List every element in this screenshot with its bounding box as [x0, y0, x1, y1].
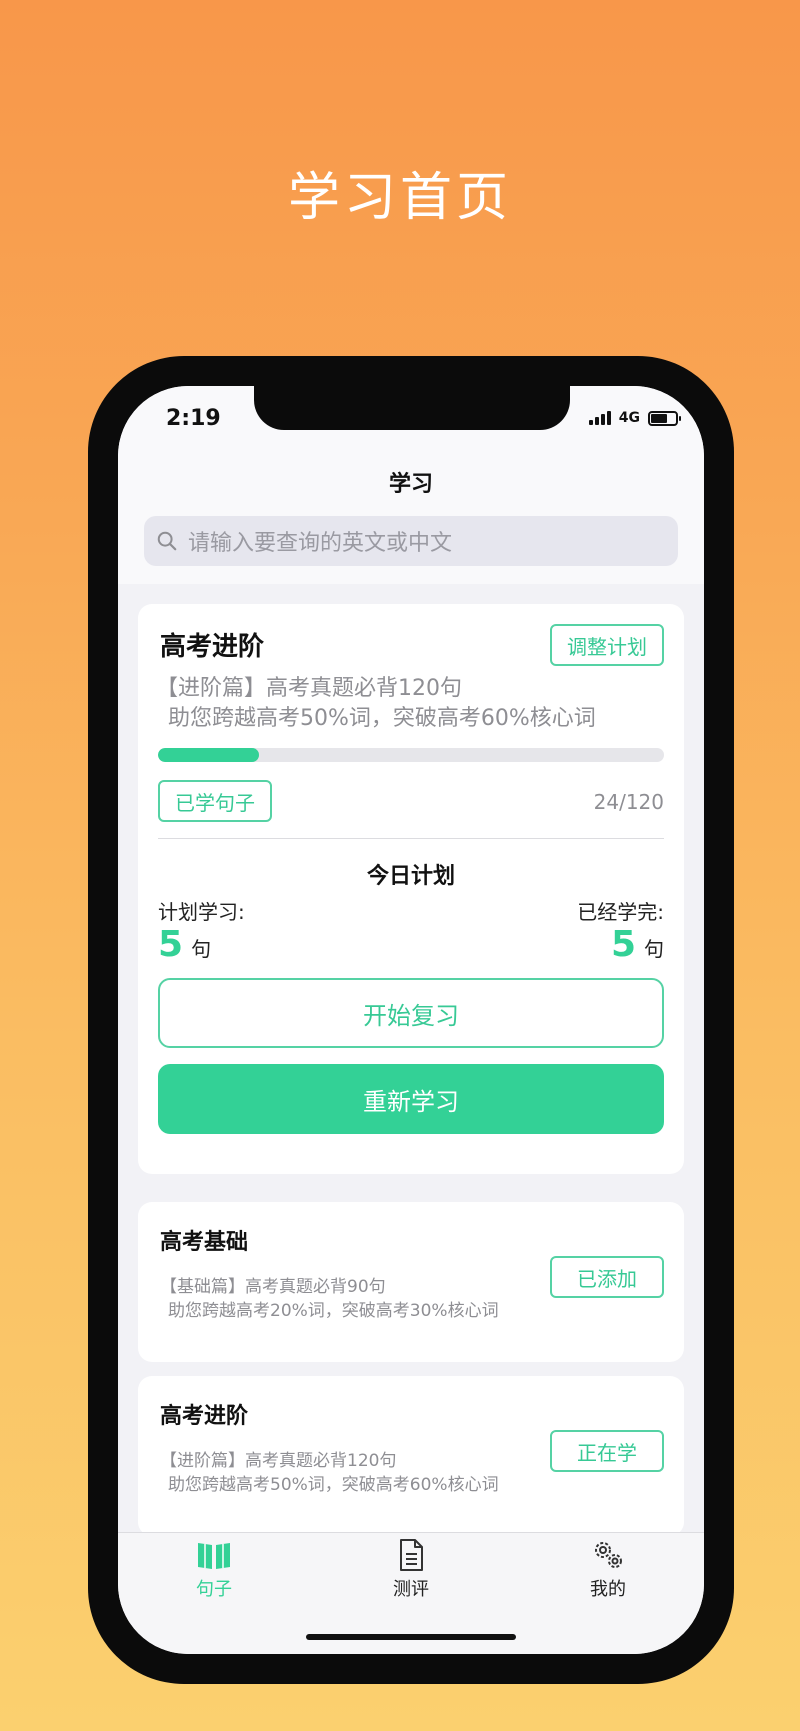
network-type: 4G — [618, 410, 640, 426]
tab-label: 测评 — [393, 1579, 429, 1600]
search-placeholder: 请输入要查询的英文或中文 — [188, 531, 453, 556]
progress-bar — [158, 748, 664, 762]
course-card[interactable]: 高考进阶 【进阶篇】高考真题必背120句 助您跨越高考50%词，突破高考60%核… — [138, 1376, 684, 1536]
search-input[interactable]: 请输入要查询的英文或中文 — [144, 516, 678, 566]
battery-icon — [648, 410, 681, 426]
adjust-plan-button[interactable]: 调整计划 — [550, 624, 664, 666]
app-screen: 2:19 4G 学习 请输入要查询的英文或中文 高考进阶 调整计划 【进阶篇】高… — [118, 386, 704, 1654]
document-icon — [400, 1539, 423, 1571]
current-course-card: 高考进阶 调整计划 【进阶篇】高考真题必背120句 助您跨越高考50%词，突破高… — [138, 604, 684, 1174]
home-indicator — [306, 1634, 516, 1640]
course-description: 【进阶篇】高考真题必背120句 — [160, 1451, 397, 1471]
done-count: 5 句 — [611, 924, 664, 965]
done-unit: 句 — [644, 937, 664, 961]
tab-sentences[interactable]: 句子 — [154, 1533, 274, 1601]
nav-header: 学习 请输入要查询的英文或中文 — [118, 448, 704, 584]
status-indicators: 4G — [588, 410, 681, 426]
phone-frame: 2:19 4G 学习 请输入要查询的英文或中文 高考进阶 调整计划 【进阶篇】高… — [88, 356, 734, 1684]
course-subdescription: 助您跨越高考20%词，突破高考30%核心词 — [168, 1301, 499, 1321]
relearn-button[interactable]: 重新学习 — [158, 1064, 664, 1134]
plan-label: 计划学习: — [158, 900, 245, 924]
promo-title: 学习首页 — [287, 168, 512, 228]
done-value: 5 — [610, 924, 636, 965]
today-plan-title: 今日计划 — [366, 864, 455, 889]
tab-label: 我的 — [590, 1579, 626, 1600]
page-title: 学习 — [388, 472, 433, 497]
plan-count: 5 句 — [158, 924, 211, 965]
course-description: 【基础篇】高考真题必背90句 — [160, 1277, 386, 1297]
learned-sentences-button[interactable]: 已学句子 — [158, 780, 272, 822]
divider — [158, 838, 664, 839]
signal-icon — [588, 411, 611, 425]
tab-assessment[interactable]: 测评 — [351, 1533, 471, 1601]
tab-profile[interactable]: 我的 — [548, 1533, 668, 1601]
course-subdescription: 助您跨越高考50%词，突破高考60%核心词 — [168, 1475, 499, 1495]
course-title: 高考进阶 — [160, 632, 265, 662]
plan-unit: 句 — [191, 937, 212, 961]
done-label: 已经学完: — [577, 900, 664, 924]
progress-fill — [158, 748, 260, 762]
course-title: 高考基础 — [160, 1230, 249, 1255]
start-review-button[interactable]: 开始复习 — [158, 978, 664, 1048]
course-title: 高考进阶 — [160, 1404, 249, 1429]
gear-icon — [595, 1542, 622, 1568]
search-icon — [157, 531, 177, 551]
progress-count: 24/120 — [593, 790, 664, 814]
plan-value: 5 — [158, 924, 184, 965]
learning-button[interactable]: 正在学 — [550, 1430, 664, 1472]
tab-label: 句子 — [196, 1579, 232, 1600]
course-description: 【进阶篇】高考真题必背120句 — [156, 676, 462, 701]
status-time: 2:19 — [166, 406, 221, 431]
course-subdescription: 助您跨越高考50%词，突破高考60%核心词 — [168, 706, 596, 731]
course-card[interactable]: 高考基础 【基础篇】高考真题必背90句 助您跨越高考20%词，突破高考30%核心… — [138, 1202, 684, 1362]
book-icon — [198, 1543, 230, 1569]
added-button[interactable]: 已添加 — [550, 1256, 664, 1298]
notch — [254, 386, 570, 430]
